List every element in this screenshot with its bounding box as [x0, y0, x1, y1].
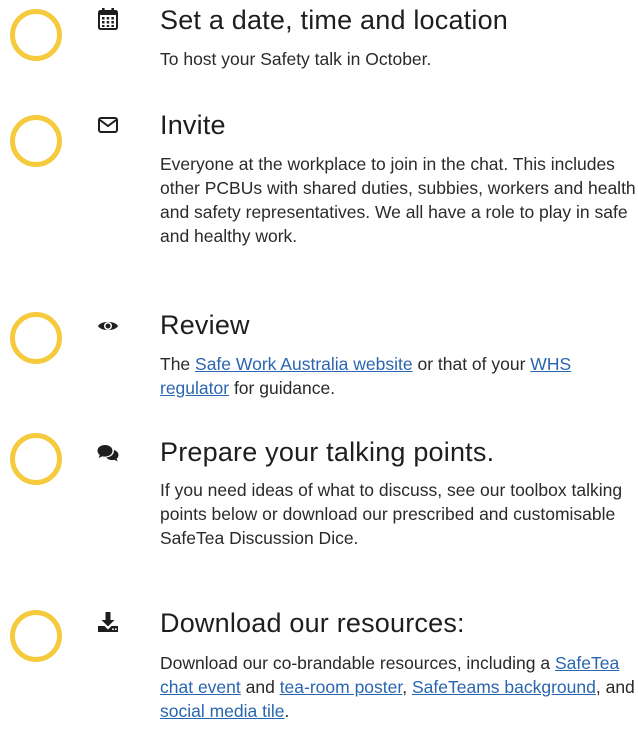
- step-description: Download our co-brandable resources, inc…: [160, 651, 638, 723]
- text-segment: or that of your: [412, 354, 531, 374]
- text-segment: , and: [595, 677, 635, 697]
- step-title: Review: [160, 310, 250, 340]
- step-description: Everyone at the workplace to join in the…: [160, 154, 636, 246]
- safeteams-background-link[interactable]: SafeTeams background: [412, 677, 596, 697]
- tea-room-poster-link[interactable]: tea-room poster: [280, 677, 403, 697]
- step-description: To host your Safety talk in October.: [160, 49, 432, 69]
- step-circle: [10, 610, 62, 662]
- step-description: The Safe Work Australia website or that …: [160, 352, 638, 400]
- step-circle: [10, 312, 62, 364]
- step-title: Invite: [160, 110, 226, 140]
- text-segment: for guidance.: [229, 378, 336, 398]
- calendar-icon: [96, 7, 120, 31]
- text-segment: .: [284, 701, 290, 721]
- safe-work-australia-link[interactable]: Safe Work Australia website: [195, 354, 413, 374]
- text-segment: The: [160, 354, 196, 374]
- social-media-tile-link[interactable]: social media tile: [160, 701, 285, 721]
- step-title: Set a date, time and location: [160, 5, 509, 35]
- step-title: Download our resources:: [160, 608, 465, 638]
- text-segment: ,: [402, 677, 412, 697]
- step-circle: [10, 9, 62, 61]
- step-description: If you need ideas of what to discuss, se…: [160, 480, 623, 548]
- envelope-icon: [96, 113, 120, 137]
- step-circle: [10, 115, 62, 167]
- text-segment: and: [240, 677, 280, 697]
- text-segment: Download our co-brandable resources, inc…: [160, 653, 555, 673]
- eye-icon: [96, 314, 120, 338]
- comments-icon: [96, 441, 120, 465]
- download-icon: [96, 610, 120, 634]
- step-circle: [10, 433, 62, 485]
- step-title: Prepare your talking points.: [160, 437, 495, 467]
